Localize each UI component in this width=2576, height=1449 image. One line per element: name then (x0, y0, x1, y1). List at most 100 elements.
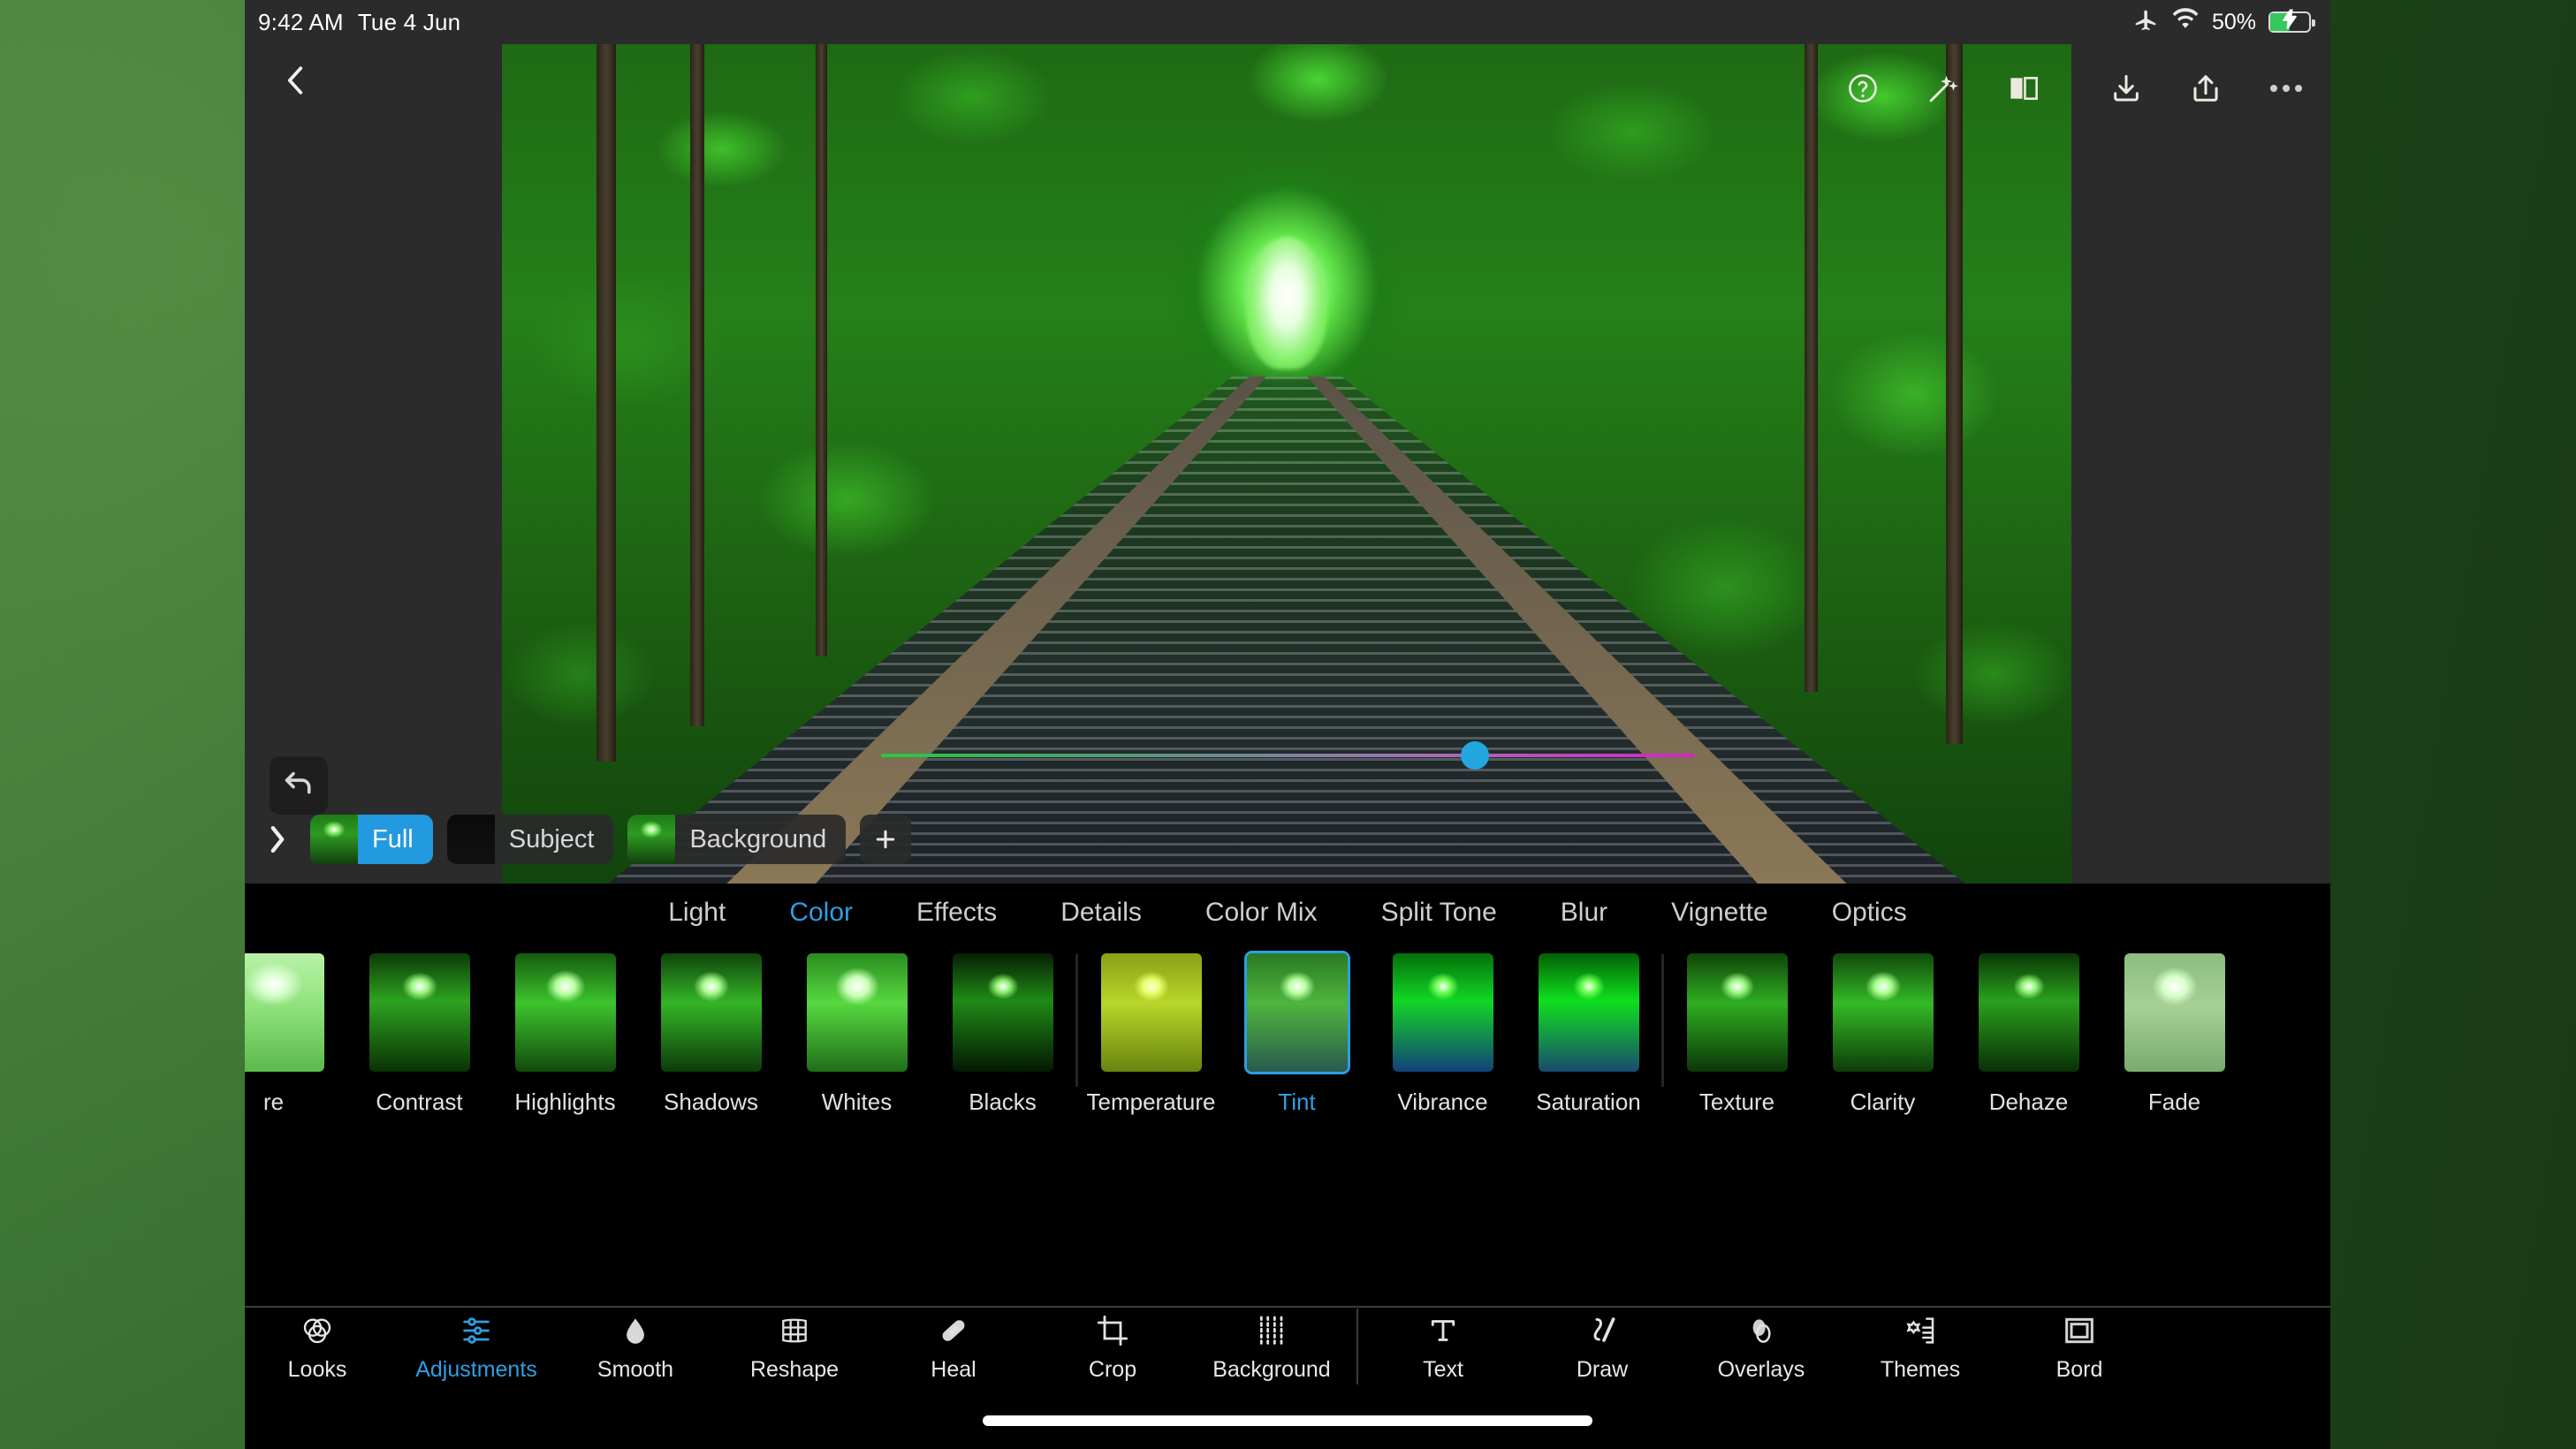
toolbar-item-label: Overlays (1717, 1356, 1805, 1382)
crop-icon (1095, 1311, 1130, 1348)
draw-pen-icon (1584, 1311, 1620, 1348)
adjustment-thumb (513, 951, 619, 1074)
adjustment-label: Shadows (664, 1089, 758, 1115)
tab-details[interactable]: Details (1029, 898, 1174, 928)
undo-button[interactable] (270, 756, 328, 815)
toolbar-item-looks[interactable]: Looks (245, 1311, 397, 1383)
back-button[interactable] (264, 51, 326, 113)
adjustment-contrast[interactable]: Contrast (346, 938, 492, 1116)
adjustment-thumb (658, 951, 764, 1074)
adjustment-thumb (367, 951, 473, 1074)
adjustment-label: Temperature (1086, 1089, 1216, 1115)
adjustment-label: Texture (1698, 1089, 1775, 1115)
mask-chip-label: Full (372, 824, 414, 853)
toolbar-divider (1356, 1309, 1358, 1385)
mask-chip-subject[interactable]: Subject (446, 815, 614, 864)
home-indicator-bar[interactable] (983, 1415, 1592, 1426)
adjustment-thumb (1976, 951, 2082, 1074)
toolbar-item-background[interactable]: Background (1192, 1311, 1351, 1383)
magic-wand-icon[interactable] (1926, 72, 1961, 105)
adjustment-thumb (1243, 951, 1350, 1074)
adjustment-tint[interactable]: Tint (1224, 938, 1370, 1116)
toolbar-item-themes[interactable]: Themes (1841, 1311, 2000, 1383)
background-dots-icon (1254, 1311, 1289, 1348)
toolbar-item-label: Background (1212, 1356, 1331, 1382)
more-options-icon[interactable] (2268, 82, 2304, 95)
toolbar-item-text[interactable]: Text (1364, 1311, 1523, 1383)
droplet-icon (619, 1311, 651, 1348)
adjustment-blacks[interactable]: Blacks (930, 938, 1075, 1116)
tab-vignette[interactable]: Vignette (1639, 898, 1800, 928)
share-icon[interactable] (2189, 72, 2223, 105)
bandage-icon (936, 1311, 971, 1348)
toolbar-item-reshape[interactable]: Reshape (715, 1311, 874, 1383)
status-bar-right: 50% (2132, 6, 2315, 39)
tab-blur[interactable]: Blur (1529, 898, 1639, 928)
adjustment-vibrance[interactable]: Vibrance (1370, 938, 1516, 1116)
adjustment-re[interactable]: re (245, 938, 346, 1116)
adjustment-highlights[interactable]: Highlights (492, 938, 638, 1116)
mask-chip-full[interactable]: Full (310, 815, 433, 864)
mask-chip-label: Subject (508, 824, 595, 853)
adjustment-fade[interactable]: Fade (2101, 938, 2247, 1116)
download-icon[interactable] (2109, 72, 2143, 105)
mask-chips-row: Full Subject Background (245, 795, 2330, 884)
adjustment-label: Highlights (514, 1089, 616, 1115)
adjustment-texture[interactable]: Texture (1664, 938, 1810, 1116)
canvas-top-tools (1846, 44, 2304, 133)
category-tabs: Light Color Effects Details Color Mix Split T… (245, 884, 2330, 938)
toolbar-item-bord[interactable]: Bord (2000, 1311, 2159, 1383)
adjustment-label: Fade (2147, 1089, 2201, 1115)
tab-color[interactable]: Color (757, 898, 885, 928)
adjustment-dehaze[interactable]: Dehaze (1956, 938, 2101, 1116)
toolbar-item-crop[interactable]: Crop (1033, 1311, 1192, 1383)
overlays-circles-icon (1744, 1311, 1779, 1348)
photo-editor-window: 9:42 AM Tue 4 Jun 50% Full Subject Backg… (245, 0, 2330, 1449)
tint-slider-track[interactable] (881, 741, 1694, 770)
adjustment-thumb (1536, 951, 1642, 1074)
toolbar-item-label: Draw (1576, 1356, 1629, 1382)
tab-split-tone[interactable]: Split Tone (1349, 898, 1529, 928)
tint-slider-thumb[interactable] (1460, 741, 1489, 770)
adjustment-whites[interactable]: Whites (784, 938, 930, 1116)
toolbar-item-smooth[interactable]: Smooth (556, 1311, 715, 1383)
adjustment-saturation[interactable]: Saturation (1516, 938, 1661, 1116)
expand-chevron-right-icon[interactable] (245, 823, 310, 855)
adjustment-temperature[interactable]: Temperature (1078, 938, 1224, 1116)
adjustment-thumb (245, 951, 327, 1074)
status-bar-left: 9:42 AM Tue 4 Jun (258, 9, 460, 36)
add-mask-button[interactable] (860, 815, 912, 864)
adjustment-thumb (1830, 951, 1936, 1074)
adjustment-thumbs-scroller[interactable]: re Contrast Highlights Shadows Whites Blacks T… (245, 938, 2330, 1202)
adjustment-thumb (1390, 951, 1496, 1074)
toolbar-item-adjustments[interactable]: Adjustments (397, 1311, 556, 1383)
adjustment-thumb (1098, 951, 1204, 1074)
mask-chip-label: Background (689, 824, 827, 853)
tint-slider-zone (245, 716, 2330, 795)
toolbar-item-heal[interactable]: Heal (874, 1311, 1033, 1383)
tab-light[interactable]: Light (636, 898, 757, 928)
bottom-toolbar: Looks Adjustments Smooth Reshape Heal Crop Bac… (245, 1306, 2330, 1385)
toolbar-item-label: Bord (2055, 1356, 2103, 1382)
wifi-icon (2171, 7, 2200, 37)
tab-optics[interactable]: Optics (1800, 898, 1939, 928)
toolbar-item-overlays[interactable]: Overlays (1682, 1311, 1841, 1383)
adjustment-thumb (950, 951, 1056, 1074)
tab-color-mix[interactable]: Color Mix (1174, 898, 1349, 928)
back-chevron-icon (280, 63, 310, 102)
tab-effects[interactable]: Effects (885, 898, 1029, 928)
undo-arrow-icon (281, 768, 316, 804)
toolbar-item-draw[interactable]: Draw (1523, 1311, 1682, 1383)
adjustment-clarity[interactable]: Clarity (1810, 938, 1956, 1116)
adjustment-label: Clarity (1850, 1089, 1916, 1115)
adjustment-shadows[interactable]: Shadows (638, 938, 784, 1116)
toolbar-item-label: Reshape (749, 1356, 840, 1382)
adjustment-label: Tint (1278, 1089, 1316, 1115)
before-after-compare-icon[interactable] (2007, 72, 2040, 104)
adjustment-label: Blacks (969, 1089, 1037, 1115)
adjustment-thumb (804, 951, 910, 1074)
adjustment-label: Whites (821, 1089, 893, 1115)
adjustment-label: Dehaze (1988, 1089, 2069, 1115)
help-question-icon[interactable] (1846, 72, 1880, 105)
mask-chip-background[interactable]: Background (627, 815, 847, 864)
